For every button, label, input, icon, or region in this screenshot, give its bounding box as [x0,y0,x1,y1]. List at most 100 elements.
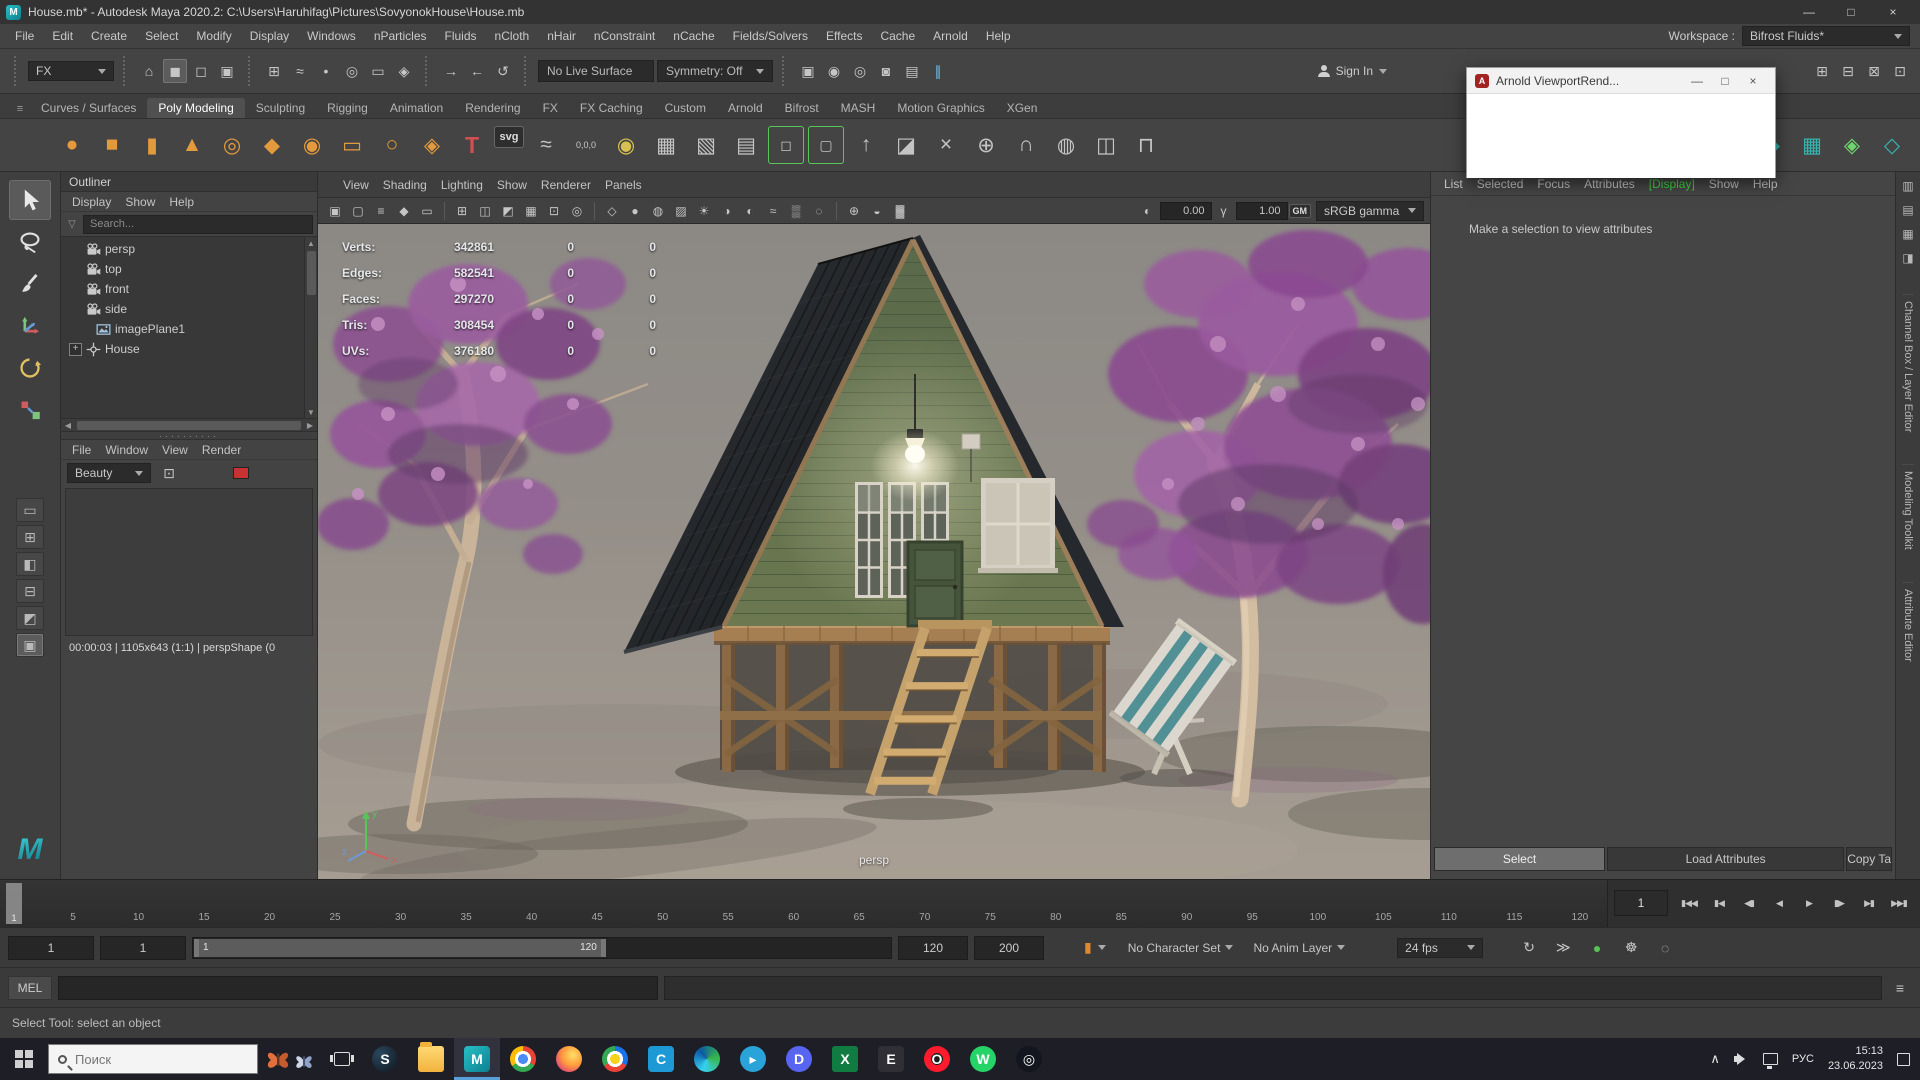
menu-item[interactable]: Cache [871,24,924,48]
viewport-scene[interactable]: Verts: 342861 0 0 Edges: 582541 0 0 [318,224,1430,879]
outliner-menu-item[interactable]: Help [162,195,201,209]
grid-display-icon[interactable]: ⊞ [1810,59,1834,83]
highlight-selection-icon[interactable]: ▣ [215,59,239,83]
grip-handle[interactable] [782,56,787,86]
command-language-toggle[interactable]: MEL [8,976,52,1000]
outliner-item[interactable]: + House [61,339,317,359]
menu-item[interactable]: File [6,24,43,48]
shelf-tab[interactable]: MASH [830,98,887,118]
snap-to-grid-icon[interactable]: ⊞ [262,59,286,83]
object-details-icon[interactable]: ⊡ [1888,59,1912,83]
go-to-end-button[interactable]: ▶▶▮ [1884,889,1914,919]
shelf-tab[interactable]: Poly Modeling [147,98,244,118]
camera-attributes-icon[interactable]: ≡ [370,200,392,222]
select-camera-icon[interactable]: ▣ [324,200,346,222]
character-set-dropdown[interactable]: No Character Set [1128,941,1234,955]
menu-item[interactable]: Fields/Solvers [724,24,817,48]
menu-item[interactable]: Windows [298,24,365,48]
step-back-frame-button[interactable]: ▮◀ [1704,889,1734,919]
attribute-editor-menu-item[interactable]: Selected [1470,177,1531,191]
render-view-canvas[interactable] [65,488,313,636]
color-space-dropdown[interactable]: sRGB gamma [1316,201,1424,221]
remesh-icon[interactable]: ▦ [1794,126,1830,164]
viewport-menu-item[interactable]: Shading [376,178,434,192]
hidden-icons-chevron[interactable]: ∧ [1710,1051,1720,1067]
range-slider[interactable]: 1 120 [192,937,892,959]
restore-button[interactable]: □ [1830,0,1872,24]
menu-item[interactable]: Modify [187,24,240,48]
textured-icon[interactable]: ▨ [670,200,692,222]
sign-in-button[interactable]: Sign In [1318,64,1387,78]
attribute-editor-button[interactable]: Copy Ta [1846,847,1892,871]
chevron-down-icon[interactable] [1098,945,1106,950]
selection-mode-dropdown[interactable]: FX [28,61,114,81]
attribute-editor-menu-item[interactable]: Show [1702,177,1746,191]
sidebar-tab[interactable]: Modeling Toolkit [1902,464,1914,556]
script-editor-icon[interactable]: ≡ [1888,976,1912,1000]
mute-animation-icon[interactable]: ◌ [1653,936,1677,960]
wireframe-color-icon[interactable]: ⊠ [1862,59,1886,83]
menu-item[interactable]: Create [82,24,136,48]
motion-blur-icon[interactable]: ≈ [762,200,784,222]
poly-pipe-icon[interactable]: ◉ [294,126,330,164]
viewport-menu-item[interactable]: Renderer [534,178,598,192]
shelf-tab[interactable]: Rigging [316,98,379,118]
render-settings-icon[interactable]: ◙ [874,59,898,83]
move-tool[interactable] [9,306,51,346]
platonic-solid-icon[interactable]: ◈ [414,126,450,164]
chrome-profile[interactable] [592,1038,638,1080]
anim-layer-dropdown[interactable]: No Anim Layer [1253,941,1345,955]
reduce-icon[interactable]: ◇ [1874,126,1910,164]
fog-icon[interactable]: ▓ [889,200,911,222]
gamma-field[interactable]: 1.00 [1236,202,1288,220]
paint-selection-tool[interactable] [9,264,51,304]
expander-icon[interactable] [69,263,82,276]
safe-action-icon[interactable]: ◎ [566,200,588,222]
wireframe-on-shaded-icon[interactable]: ◍ [647,200,669,222]
poly-pyramid-icon[interactable]: ◆ [254,126,290,164]
taskbar-search[interactable] [48,1044,258,1074]
poly-cube-icon[interactable]: ■ [94,126,130,164]
steam[interactable]: S [362,1038,408,1080]
exposure-field[interactable]: 0.00 [1160,202,1212,220]
field-chart-icon[interactable]: ⊡ [543,200,565,222]
poly-type-icon[interactable]: T [454,126,490,164]
scroll-down-icon[interactable]: ▼ [307,406,315,418]
gate-mask-icon[interactable]: ▦ [520,200,542,222]
outliner-menu-item[interactable]: Show [118,195,162,209]
live-surface-field[interactable]: No Live Surface [538,60,654,82]
opera[interactable]: O [914,1038,960,1080]
attribute-editor-button[interactable]: Select [1434,847,1605,871]
menu-item[interactable]: Select [136,24,187,48]
step-forward-frame-button[interactable]: ▶▮ [1854,889,1884,919]
sculpt-tool-icon[interactable]: ◉ [608,126,644,164]
ssao-icon[interactable]: ◐ [739,200,761,222]
shelf-options-icon[interactable]: ≡ [10,100,30,118]
outliner-menu-item[interactable]: Display [65,195,118,209]
shelf-tab[interactable]: Sculpting [245,98,316,118]
file-explorer[interactable] [408,1038,454,1080]
scroll-left-icon[interactable]: ◀ [61,419,75,431]
shelf-tab[interactable]: Animation [379,98,454,118]
attribute-editor-menu-item[interactable]: Focus [1530,177,1577,191]
gamma-icon[interactable]: γ [1213,200,1235,222]
toggle-modeling-toolkit-icon[interactable]: ▦ [1898,224,1918,244]
select-by-component-icon[interactable]: ◻ [189,59,213,83]
snap-to-curve-icon[interactable]: ≈ [288,59,312,83]
menu-item[interactable]: Help [977,24,1020,48]
single-pane-layout-button[interactable]: ▭ [16,498,44,522]
sidebar-tab[interactable]: Channel Box / Layer Editor [1902,294,1914,438]
play-backwards-button[interactable]: ◀ [1764,889,1794,919]
telegram[interactable]: ▸ [730,1038,776,1080]
range-pin-icon[interactable]: ▮ [1084,939,1092,956]
viewport-menu-item[interactable]: Show [490,178,534,192]
shelf-tab[interactable]: Bifrost [774,98,830,118]
horizontal-scrollbar[interactable]: ◀ ▶ [61,418,317,431]
outliner-item[interactable]: persp [61,239,317,259]
snap-to-point-icon[interactable]: • [314,59,338,83]
target-weld-icon[interactable]: ⊕ [968,126,1004,164]
scale-tool[interactable] [9,390,51,430]
range-slider-handle[interactable]: 1 120 [194,939,606,957]
create-polygon-icon[interactable]: ▧ [688,126,724,164]
mirror-icon[interactable]: ◫ [1088,126,1124,164]
